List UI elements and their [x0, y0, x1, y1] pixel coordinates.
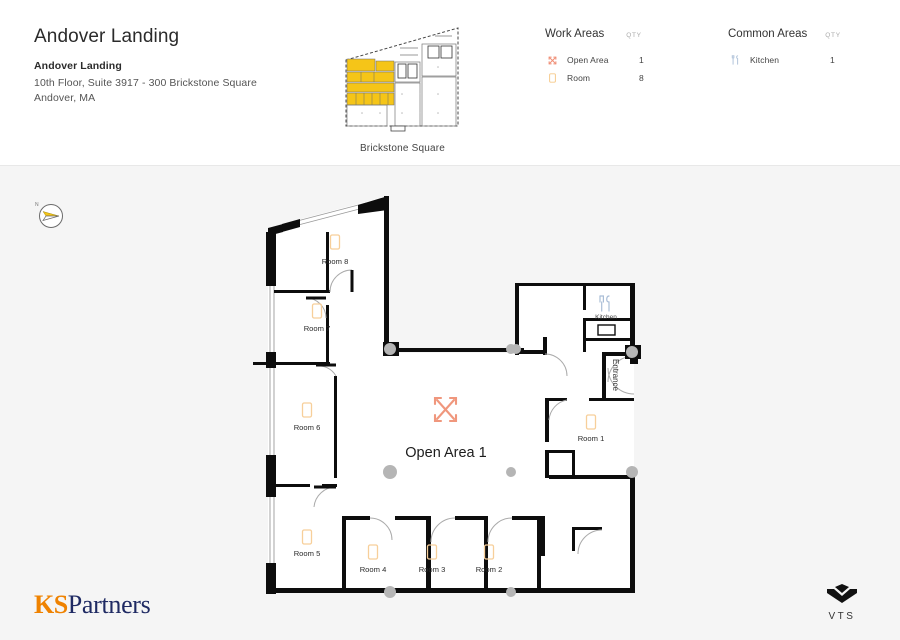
legend-common-title: Common Areas [728, 28, 808, 40]
address-line-2: Andover, MA [34, 92, 96, 104]
room-label: Room 6 [294, 423, 321, 432]
floor-fill [268, 196, 634, 592]
address-line-1: 10th Floor, Suite 3917 - 300 Brickstone … [34, 77, 257, 89]
column-marker [506, 587, 516, 597]
floor-plan-canvas[interactable]: N Open Area 1 Kitchen Entrance Room 8 Ro… [0, 166, 900, 640]
legend-qty-kitchen: 1 [830, 55, 835, 65]
room-label: Room 1 [578, 434, 605, 443]
kitchen-icon [728, 54, 742, 66]
entrance-label: Entrance [611, 359, 620, 392]
platform-logo[interactable]: VTS [818, 584, 866, 622]
header-band: Andover Landing Andover Landing 10th Flo… [0, 0, 900, 166]
key-plan-caption: Brickstone Square [359, 143, 446, 154]
legend-common-areas: Common Areas QTY Kitchen 1 [728, 28, 841, 69]
room-label: Room 5 [294, 549, 321, 558]
property-name: Andover Landing [34, 60, 122, 72]
legend-row-room[interactable]: Room 8 [545, 69, 644, 87]
kitchen-appliance [597, 324, 616, 336]
legend-common-header: Common Areas QTY [728, 28, 841, 40]
legend-label-kitchen: Kitchen [750, 55, 780, 65]
room-label: Room 7 [304, 324, 331, 333]
legend-work-header: Work Areas QTY [545, 28, 644, 40]
title-block: Andover Landing Andover Landing 10th Flo… [34, 26, 257, 106]
legend-row-open-area[interactable]: Open Area 1 [545, 51, 644, 69]
legend-label-open-area: Open Area [567, 55, 609, 65]
key-plan[interactable]: Brickstone Square [340, 22, 465, 154]
broker-logo[interactable]: KSPartners [34, 592, 151, 618]
open-area-label: Open Area 1 [405, 445, 486, 461]
page-title: Andover Landing [34, 26, 180, 47]
legend-work-title: Work Areas [545, 28, 605, 40]
column-marker [626, 466, 638, 478]
legend-row-kitchen[interactable]: Kitchen 1 [728, 51, 841, 69]
room-label: Room 4 [360, 565, 387, 574]
column-marker [511, 344, 521, 354]
legend-label-room: Room [567, 73, 591, 83]
broker-logo-partners: Partners [67, 590, 151, 619]
open-area-icon [545, 54, 559, 66]
broker-logo-ks: KS [34, 590, 68, 619]
vts-mark-icon [827, 584, 857, 603]
vts-wordmark: VTS [828, 611, 856, 622]
room-label: Room 8 [322, 257, 349, 266]
column-marker [384, 586, 396, 598]
legend-qty-open-area: 1 [639, 55, 644, 65]
room-icon [545, 72, 559, 84]
legend-common-qty-header: QTY [825, 32, 841, 39]
kitchen-label: Kitchen [595, 314, 617, 321]
legend-work-areas: Work Areas QTY Open Area 1 Room 8 [545, 28, 644, 87]
legend-qty-room: 8 [639, 73, 644, 83]
key-plan-diagram [345, 27, 459, 132]
column-marker [506, 467, 516, 477]
room-label: Room 3 [419, 565, 446, 574]
column-marker [383, 465, 397, 479]
floor-plan-drawing: Open Area 1 Kitchen Entrance Room 8 Room … [253, 196, 641, 598]
legend-work-qty-header: QTY [626, 32, 642, 39]
room-label: Room 2 [476, 565, 503, 574]
